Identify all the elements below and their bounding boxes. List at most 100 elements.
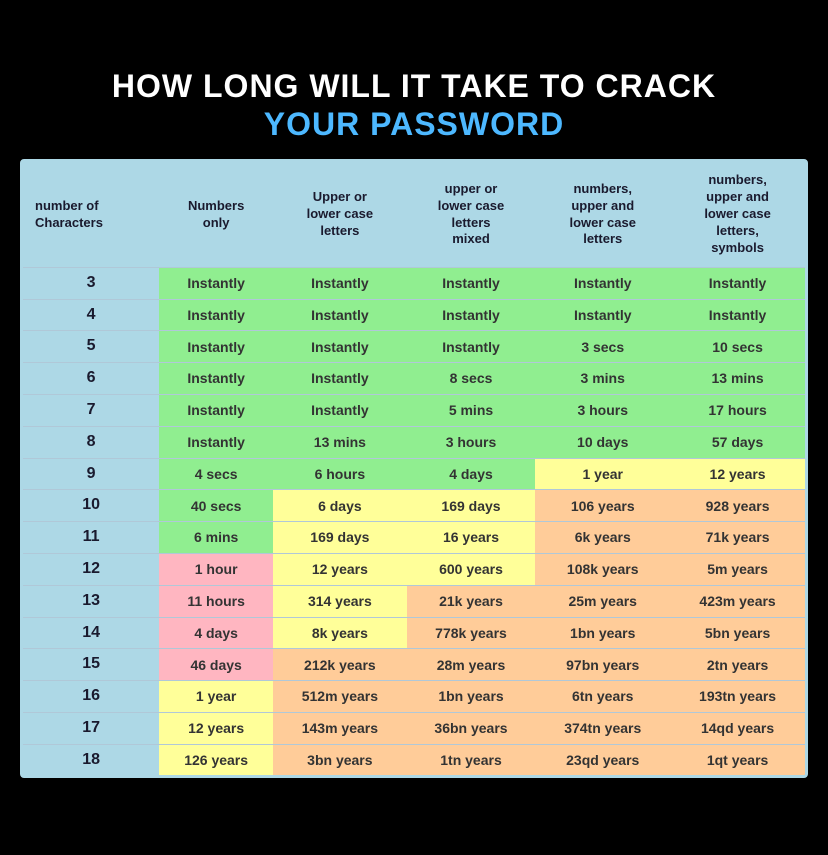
table-cell: 46 days (159, 649, 273, 681)
password-table: number ofCharacters Numbersonly Upper or… (23, 162, 805, 775)
table-cell: 1 year (535, 458, 670, 490)
table-cell: 13 mins (273, 426, 407, 458)
table-row: 116 mins169 days16 years6k years71k year… (23, 522, 805, 554)
table-cell: 7 (23, 394, 159, 426)
table-cell: 778k years (407, 617, 536, 649)
table-cell: 193tn years (670, 681, 805, 713)
table-row: 94 secs6 hours4 days1 year12 years (23, 458, 805, 490)
table-cell: 14qd years (670, 712, 805, 744)
table-cell: 1bn years (535, 617, 670, 649)
table-cell: Instantly (159, 426, 273, 458)
table-cell: 4 secs (159, 458, 273, 490)
table-cell: Instantly (273, 299, 407, 331)
table-cell: 6 mins (159, 522, 273, 554)
table-cell: 928 years (670, 490, 805, 522)
table-row: 3InstantlyInstantlyInstantlyInstantlyIns… (23, 267, 805, 299)
table-cell: 108k years (535, 553, 670, 585)
table-cell: 16 (23, 681, 159, 713)
table-cell: 6 (23, 363, 159, 395)
col-header-num-upper: numbers,upper andlower caseletters (535, 162, 670, 267)
table-cell: 5m years (670, 553, 805, 585)
table-cell: 3bn years (273, 744, 407, 775)
table-cell: 13 (23, 585, 159, 617)
table-cell: Instantly (670, 299, 805, 331)
table-cell: Instantly (159, 331, 273, 363)
col-header-all: numbers,upper andlower caseletters,symbo… (670, 162, 805, 267)
table-cell: Instantly (273, 331, 407, 363)
table-cell: 5 (23, 331, 159, 363)
table-cell: 17 (23, 712, 159, 744)
table-cell: 21k years (407, 585, 536, 617)
table-cell: 12 years (670, 458, 805, 490)
table-cell: 57 days (670, 426, 805, 458)
table-cell: 143m years (273, 712, 407, 744)
table-row: 7InstantlyInstantly5 mins3 hours17 hours (23, 394, 805, 426)
table-row: 4InstantlyInstantlyInstantlyInstantlyIns… (23, 299, 805, 331)
table-cell: 1bn years (407, 681, 536, 713)
table-cell: 8k years (273, 617, 407, 649)
table-row: 1311 hours314 years21k years25m years423… (23, 585, 805, 617)
table-cell: 71k years (670, 522, 805, 554)
table-row: 121 hour12 years600 years108k years5m ye… (23, 553, 805, 585)
table-cell: 423m years (670, 585, 805, 617)
table-cell: 8 secs (407, 363, 536, 395)
table-cell: 4 (23, 299, 159, 331)
table-cell: 6tn years (535, 681, 670, 713)
table-cell: 1tn years (407, 744, 536, 775)
table-cell: 1 hour (159, 553, 273, 585)
table-cell: 12 (23, 553, 159, 585)
page-title: HOW LONG WILL IT TAKE TO CRACK YOUR PASS… (20, 67, 808, 144)
table-cell: 1 year (159, 681, 273, 713)
table-cell: 3 (23, 267, 159, 299)
table-cell: 374tn years (535, 712, 670, 744)
col-header-chars: number ofCharacters (23, 162, 159, 267)
table-cell: 97bn years (535, 649, 670, 681)
table-cell: 18 (23, 744, 159, 775)
table-cell: 28m years (407, 649, 536, 681)
table-cell: 17 hours (670, 394, 805, 426)
col-header-upper: Upper orlower caseletters (273, 162, 407, 267)
table-cell: 314 years (273, 585, 407, 617)
table-cell: 3 hours (407, 426, 536, 458)
table-cell: Instantly (273, 363, 407, 395)
table-cell: 1qt years (670, 744, 805, 775)
table-cell: 10 secs (670, 331, 805, 363)
table-cell: 10 days (535, 426, 670, 458)
table-row: 18126 years3bn years1tn years23qd years1… (23, 744, 805, 775)
table-cell: 10 (23, 490, 159, 522)
table-body: 3InstantlyInstantlyInstantlyInstantlyIns… (23, 267, 805, 775)
table-cell: 3 secs (535, 331, 670, 363)
table-cell: Instantly (670, 267, 805, 299)
table-cell: 11 (23, 522, 159, 554)
table-cell: 6 hours (273, 458, 407, 490)
table-cell: 126 years (159, 744, 273, 775)
page-container: HOW LONG WILL IT TAKE TO CRACK YOUR PASS… (0, 47, 828, 809)
table-cell: 512m years (273, 681, 407, 713)
table-cell: Instantly (273, 394, 407, 426)
table-cell: 3 mins (535, 363, 670, 395)
table-row: 144 days8k years778k years1bn years5bn y… (23, 617, 805, 649)
table-cell: 169 days (273, 522, 407, 554)
table-row: 8Instantly13 mins3 hours10 days57 days (23, 426, 805, 458)
table-cell: 15 (23, 649, 159, 681)
table-cell: 212k years (273, 649, 407, 681)
table-cell: 12 years (273, 553, 407, 585)
table-cell: 4 days (407, 458, 536, 490)
table-cell: 5bn years (670, 617, 805, 649)
col-header-mixed: upper orlower caselettersmixed (407, 162, 536, 267)
table-cell: 12 years (159, 712, 273, 744)
table-cell: Instantly (535, 299, 670, 331)
table-cell: Instantly (407, 267, 536, 299)
table-row: 161 year512m years1bn years6tn years193t… (23, 681, 805, 713)
table-cell: 6 days (273, 490, 407, 522)
table-row: 5InstantlyInstantlyInstantly3 secs10 sec… (23, 331, 805, 363)
table-row: 1040 secs6 days169 days106 years928 year… (23, 490, 805, 522)
table-cell: 9 (23, 458, 159, 490)
table-cell: 36bn years (407, 712, 536, 744)
table-cell: 16 years (407, 522, 536, 554)
table-cell: 23qd years (535, 744, 670, 775)
table-cell: 11 hours (159, 585, 273, 617)
table-cell: 40 secs (159, 490, 273, 522)
table-cell: 5 mins (407, 394, 536, 426)
table-cell: Instantly (407, 331, 536, 363)
